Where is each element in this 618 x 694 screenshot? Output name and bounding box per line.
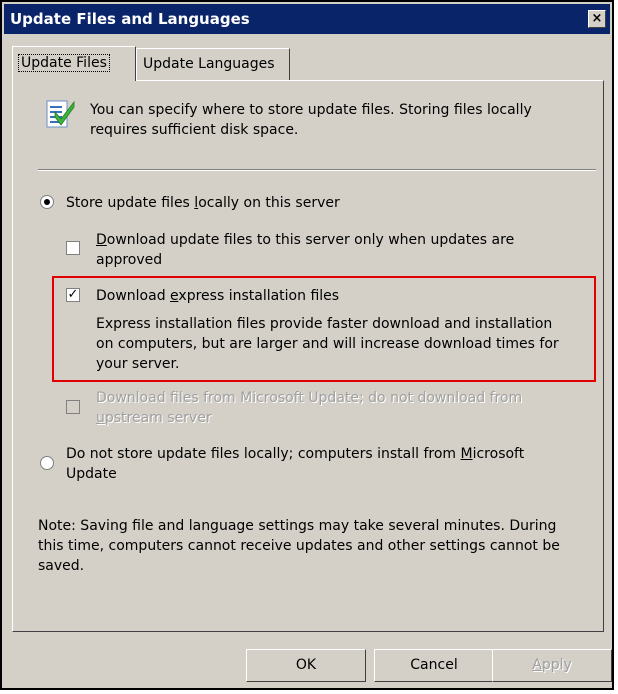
ok-button[interactable]: OK bbox=[246, 649, 366, 682]
do-not-store-label-line-2[interactable]: Update bbox=[66, 464, 117, 485]
close-button[interactable]: × bbox=[588, 10, 606, 28]
label-part: Download bbox=[96, 288, 171, 304]
access-key: D bbox=[96, 232, 107, 248]
express-desc-line-1: Express installation files provide faste… bbox=[96, 316, 553, 332]
close-icon: × bbox=[591, 11, 603, 26]
microsoft-update-checkbox[interactable] bbox=[66, 400, 80, 414]
label-part: pstream server bbox=[104, 410, 212, 426]
note-line-3: saved. bbox=[38, 558, 85, 574]
label-part: Do not store update files locally; compu… bbox=[66, 446, 461, 462]
tab-label: Update Languages bbox=[143, 56, 275, 72]
apply-button[interactable]: Apply bbox=[492, 649, 612, 682]
label-part: ownload update files to this server only… bbox=[106, 232, 515, 248]
approved-only-checkbox[interactable] bbox=[66, 241, 80, 255]
tab-update-languages[interactable]: Update Languages bbox=[136, 48, 290, 80]
button-label: pply bbox=[541, 657, 572, 673]
store-locally-radio[interactable] bbox=[40, 195, 54, 209]
title-bar[interactable]: Update Files and Languages × bbox=[4, 4, 610, 34]
approved-only-label-line-1[interactable]: Download update files to this server onl… bbox=[96, 230, 514, 251]
access-key: u bbox=[96, 410, 105, 426]
access-key: M bbox=[460, 446, 473, 462]
tab-label: Update Files bbox=[18, 54, 110, 72]
separator bbox=[38, 169, 596, 171]
note-line-2: this time, computers cannot receive upda… bbox=[38, 538, 560, 554]
document-checkmark-icon bbox=[46, 100, 75, 128]
do-not-store-label-line-1[interactable]: Do not store update files locally; compu… bbox=[66, 444, 524, 465]
info-text-line-2: requires sufficient disk space. bbox=[90, 122, 299, 138]
access-key: A bbox=[532, 657, 542, 673]
radio-selected-dot bbox=[44, 199, 50, 205]
microsoft-update-label-line-1: Download files from Microsoft Update; do… bbox=[96, 390, 523, 406]
express-files-checkbox[interactable]: ✓ bbox=[66, 288, 80, 302]
note-line-1: Note: Saving file and language settings … bbox=[38, 518, 557, 534]
tab-update-files[interactable]: Update Files bbox=[12, 46, 136, 81]
label-part: Store update files bbox=[66, 195, 195, 211]
approved-only-label-line-2[interactable]: approved bbox=[96, 250, 162, 271]
window-title: Update Files and Languages bbox=[10, 10, 250, 28]
express-files-label[interactable]: Download express installation files bbox=[96, 286, 339, 307]
label-part: xpress installation files bbox=[178, 288, 340, 304]
express-desc-line-2: on computers, but are larger and will in… bbox=[96, 336, 559, 352]
microsoft-update-label-line-2: upstream server bbox=[96, 408, 212, 429]
express-desc-line-3: your server. bbox=[96, 356, 180, 372]
store-locally-label[interactable]: Store update files locally on this serve… bbox=[66, 193, 340, 214]
label-part: ocally on this server bbox=[198, 195, 340, 211]
do-not-store-locally-radio[interactable] bbox=[40, 456, 54, 470]
info-text-line-1: You can specify where to store update fi… bbox=[90, 102, 532, 118]
cancel-button[interactable]: Cancel bbox=[374, 649, 494, 682]
label-part: icrosoft bbox=[472, 446, 525, 462]
